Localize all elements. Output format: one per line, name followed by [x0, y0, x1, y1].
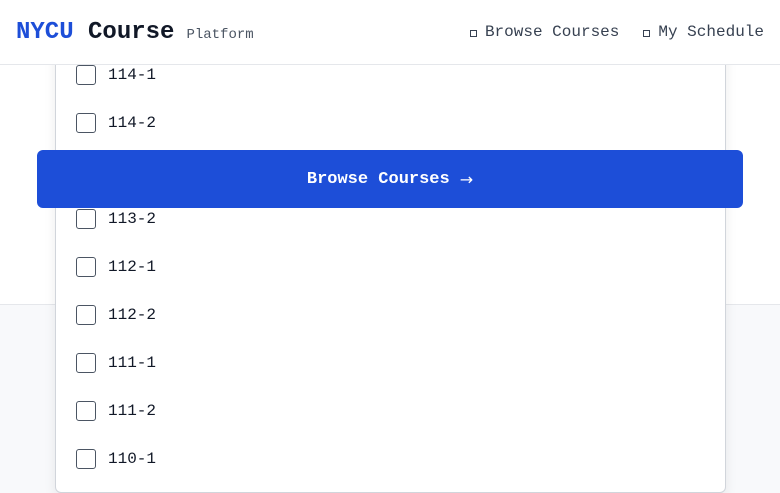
nav-my-schedule[interactable]: My Schedule: [643, 23, 764, 41]
semester-option-label: 114-2: [108, 114, 157, 132]
nav-my-schedule-label: My Schedule: [658, 23, 764, 41]
top-navbar: NYCU Course Platform Browse Courses My S…: [0, 0, 780, 65]
checkbox[interactable]: [76, 353, 96, 373]
brand-logo[interactable]: NYCU Course Platform: [16, 19, 254, 46]
square-icon: [643, 30, 651, 37]
brand-title: NYCU Course: [16, 19, 174, 46]
nav-browse-courses[interactable]: Browse Courses: [469, 23, 620, 41]
checkbox[interactable]: [76, 305, 96, 325]
semester-option-label: 111-2: [108, 402, 157, 420]
semester-option-label: 112-2: [108, 306, 157, 324]
semester-option[interactable]: 113-2: [76, 207, 156, 231]
checkbox[interactable]: [76, 209, 96, 229]
semester-option[interactable]: 112-2: [76, 303, 156, 327]
checkbox[interactable]: [76, 113, 96, 133]
checkbox[interactable]: [76, 449, 96, 469]
brand-course: Course: [88, 18, 175, 46]
semester-option[interactable]: 114-1: [76, 63, 156, 87]
semester-option[interactable]: 112-1: [76, 255, 156, 279]
checkbox[interactable]: [76, 257, 96, 277]
semester-option[interactable]: 114-2: [76, 111, 156, 135]
semester-dropdown-list[interactable]: 114-1 114-2 113-2 112-1 112-2 111-1 111-…: [55, 40, 726, 493]
square-icon: [469, 30, 477, 37]
semester-option-label: 113-2: [108, 210, 157, 228]
semester-option[interactable]: 111-1: [76, 351, 156, 375]
brand-nycu: NYCU: [16, 18, 74, 46]
arrow-right-icon: →: [459, 169, 474, 189]
brand-subtitle: Platform: [186, 26, 254, 43]
nav-browse-courses-label: Browse Courses: [484, 23, 620, 41]
semester-option-label: 112-1: [108, 258, 157, 276]
main-nav: Browse Courses My Schedule: [469, 23, 764, 41]
semester-option[interactable]: 111-2: [76, 399, 156, 423]
semester-option-label: 114-1: [108, 66, 157, 84]
browse-courses-button-label: Browse Courses: [306, 169, 450, 189]
semester-option[interactable]: 110-1: [76, 447, 156, 471]
browse-courses-button[interactable]: Browse Courses →: [37, 150, 743, 208]
checkbox[interactable]: [76, 65, 96, 85]
semester-option-label: 111-1: [108, 354, 157, 372]
semester-option-label: 110-1: [108, 450, 157, 468]
checkbox[interactable]: [76, 401, 96, 421]
